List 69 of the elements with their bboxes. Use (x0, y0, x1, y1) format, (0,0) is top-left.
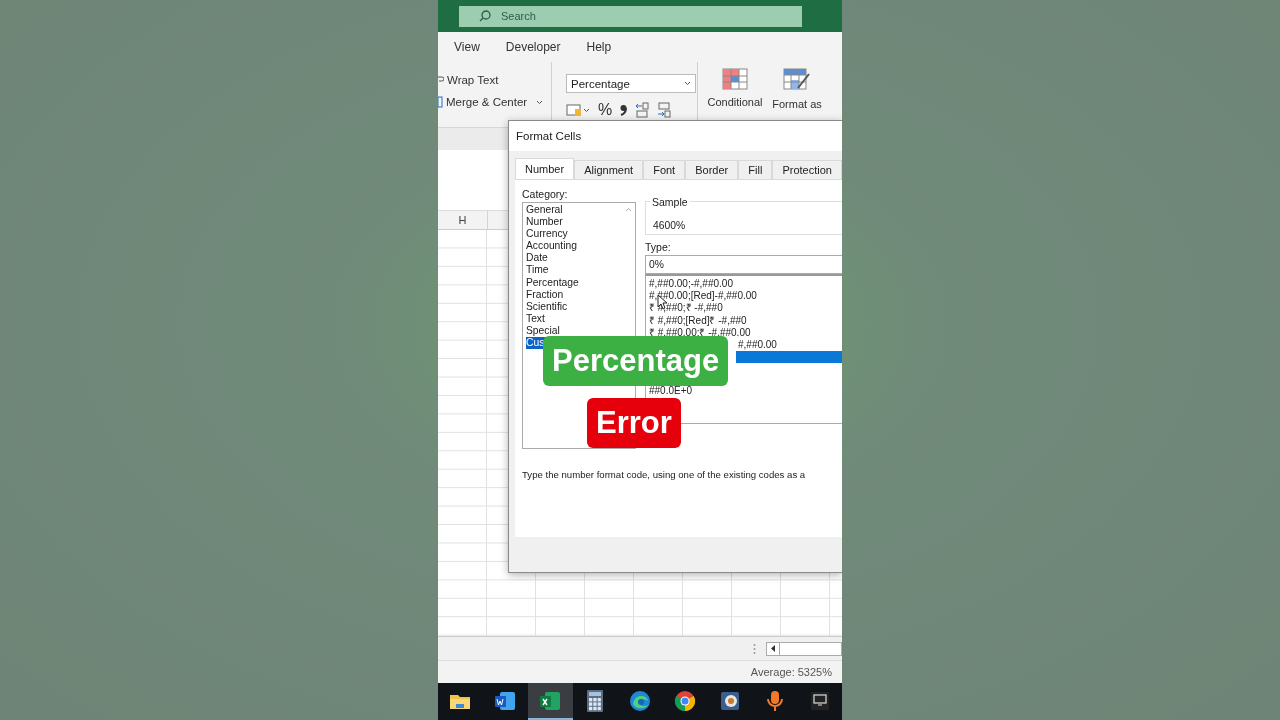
sample-label: Sample (650, 196, 690, 208)
category-item[interactable]: Scientific (526, 300, 570, 313)
menu-item[interactable]: Developer (505, 40, 561, 54)
conditional-formatting-button[interactable]: Conditional (704, 62, 766, 127)
browser-icon (629, 689, 651, 712)
caption-overlay: Error (587, 398, 681, 448)
horizontal-scrollbar[interactable] (766, 641, 842, 656)
format-code[interactable]: ₹ #,##0.00;₹ -#,##0.00 (647, 326, 753, 339)
category-item[interactable]: Time (526, 264, 551, 277)
category-item[interactable]: Special (526, 324, 562, 338)
microphone-icon (766, 689, 783, 712)
dialog-tab[interactable]: Border (685, 160, 739, 179)
decrease-decimal-icon[interactable] (657, 102, 672, 118)
category-item[interactable]: Percentage (526, 276, 581, 289)
merge-center-button[interactable]: Merge & Center (438, 96, 551, 108)
wrap-text-button[interactable]: Wrap Text (438, 74, 551, 86)
increase-decimal-icon[interactable] (635, 102, 650, 118)
dialog-title: Format Cells (516, 130, 582, 142)
format-description: Type the number format code, using one of the existing codes as a (522, 469, 807, 480)
format-code[interactable]: #,##0.00 (736, 338, 779, 352)
search-placeholder: Search (501, 10, 536, 22)
category-item[interactable]: Currency (526, 228, 570, 241)
caret-icon (684, 81, 691, 86)
category-item[interactable]: Date (526, 252, 550, 265)
category-item[interactable]: Text (526, 312, 547, 325)
browser-icon (673, 689, 696, 712)
category-item[interactable]: General (526, 204, 565, 217)
category-item[interactable]: Number (526, 216, 565, 229)
format-code[interactable]: #,##0.00;[Red]-#,##0.00 (647, 290, 759, 303)
dialog-tab[interactable]: Font (643, 160, 686, 179)
search-icon (479, 10, 491, 22)
table-brush-icon (783, 68, 811, 92)
caret-icon (536, 99, 544, 105)
camera-icon (718, 689, 741, 712)
category-item[interactable]: Accounting (526, 240, 579, 253)
left-arrow-icon (770, 645, 776, 652)
category-item[interactable]: Fraction (526, 288, 566, 301)
word-icon (494, 690, 517, 711)
table-icon (722, 68, 748, 90)
merge-icon (438, 96, 443, 108)
monitor-icon (809, 690, 830, 711)
number-format-dropdown[interactable]: Percentage (566, 74, 696, 93)
dialog-tab[interactable]: Alignment (574, 160, 644, 179)
dialog-tab[interactable]: Protection (772, 160, 842, 179)
format-code[interactable]: ₹ #,##0;[Red]₹ -#,##0 (647, 314, 749, 327)
format-as-table-button[interactable]: Format as (766, 62, 828, 127)
sample-value: 4600% (653, 220, 686, 231)
menu-item[interactable]: View (454, 40, 480, 54)
spreadsheet-icon (539, 690, 562, 711)
type-label: Type: (645, 241, 671, 253)
taskbar-button[interactable] (527, 683, 573, 720)
currency-icon[interactable] (566, 103, 590, 117)
category-label: Category: (522, 188, 569, 200)
type-input[interactable]: 0% (645, 255, 842, 274)
dialog-tab[interactable]: Fill (738, 160, 773, 179)
dialog-tab[interactable]: Number (515, 158, 575, 179)
status-average: Average: 5325% (750, 666, 832, 678)
menu-item[interactable]: Help (586, 40, 612, 54)
calculator-icon (587, 689, 604, 712)
search-field[interactable]: Search (459, 5, 802, 27)
format-code[interactable]: ₹ #,##0;₹ -#,##0 (647, 302, 725, 315)
percent-style-button[interactable]: % (598, 101, 613, 119)
selected-row-highlight[interactable] (736, 351, 842, 364)
column-header[interactable]: H (438, 211, 488, 229)
comma-style-icon[interactable] (620, 104, 628, 116)
format-code[interactable]: ##0.0E+0 (647, 384, 695, 397)
category-item[interactable]: Cus (526, 337, 547, 350)
caption-overlay: Percentage (543, 336, 729, 386)
format-code[interactable]: #,##0.00;-#,##0.00 (647, 278, 735, 291)
